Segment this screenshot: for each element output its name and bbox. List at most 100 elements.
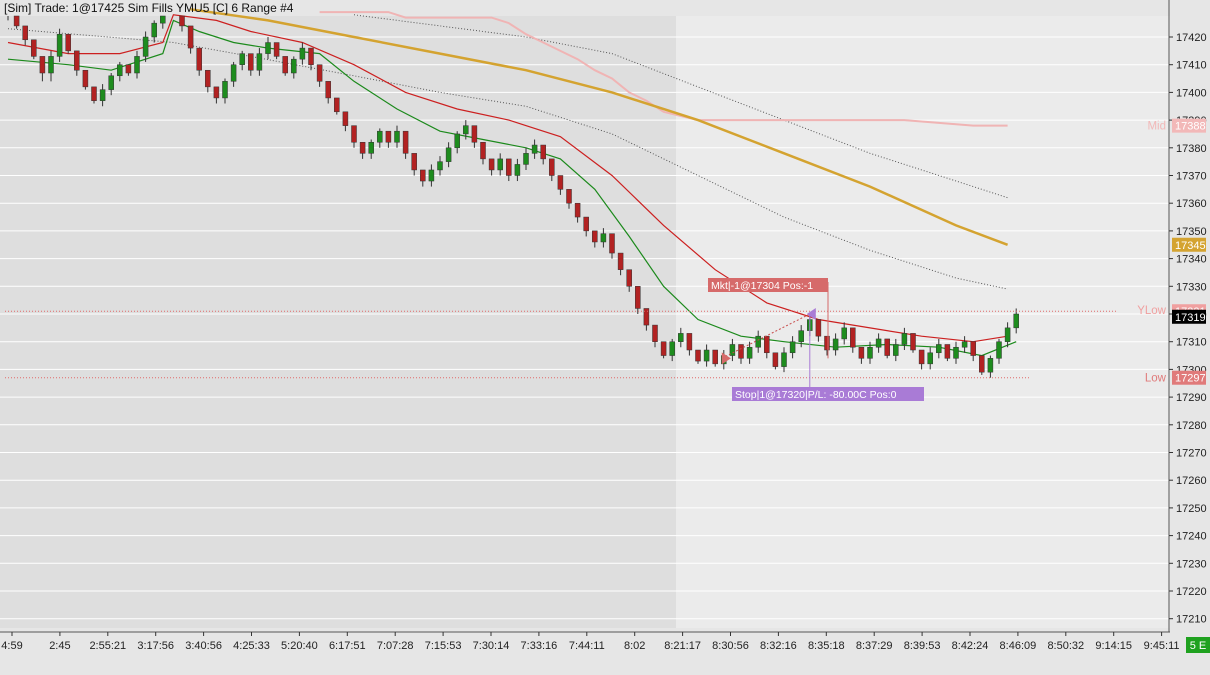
low-tag-value: 17297 xyxy=(1175,373,1206,385)
price-tick-label: 17240 xyxy=(1176,531,1207,543)
candle-body xyxy=(583,216,589,232)
corner-indicator[interactable]: 5 E xyxy=(1186,637,1210,653)
candle-body xyxy=(108,75,114,90)
candle-body xyxy=(1004,327,1011,342)
candle-body xyxy=(222,81,228,99)
time-tick-label: 2:45 xyxy=(49,640,70,652)
time-tick-label: 8:02 xyxy=(624,640,645,652)
candle-body xyxy=(609,233,615,254)
time-tick-label: 4:25:33 xyxy=(233,640,270,652)
candle-body xyxy=(368,142,374,154)
candle xyxy=(82,69,89,90)
candle-body xyxy=(652,324,658,342)
price-tick-label: 17260 xyxy=(1176,475,1207,487)
candle-body xyxy=(411,153,417,171)
time-tick-label: 7:33:16 xyxy=(521,640,558,652)
candle-body xyxy=(824,335,830,351)
candle-body xyxy=(497,158,503,171)
candle-body xyxy=(196,47,202,71)
candle-body xyxy=(540,144,546,160)
price-tick-label: 17250 xyxy=(1176,503,1207,515)
time-tick-label: 8:42:24 xyxy=(952,640,989,652)
candle-body xyxy=(910,333,916,351)
time-tick-label: 8:37:29 xyxy=(856,640,893,652)
candle-body xyxy=(927,352,933,365)
time-tick-label: 8:35:18 xyxy=(808,640,845,652)
candle-body xyxy=(463,125,469,135)
candle-body xyxy=(979,355,985,373)
candle xyxy=(31,39,37,60)
price-chart[interactable]: Mkt|-1@17304 Pos:-1 Stop|1@17320|P/L: -80… xyxy=(0,0,1210,670)
candle xyxy=(65,33,71,54)
time-tick-label: 3:40:56 xyxy=(185,640,222,652)
candle-body xyxy=(626,269,632,287)
candle-body xyxy=(523,153,529,165)
time-tick-label: 8:32:16 xyxy=(760,640,797,652)
candle-body xyxy=(437,161,443,171)
candle-body xyxy=(867,346,873,359)
time-tick-label: 9:14:15 xyxy=(1095,640,1132,652)
price-tick-label: 17330 xyxy=(1176,281,1207,293)
candle-body xyxy=(420,169,426,182)
candle-body xyxy=(256,53,263,71)
time-tick-label: 8:39:53 xyxy=(904,640,941,652)
chart-window[interactable]: Mkt|-1@17304 Pos:-1 Stop|1@17320|P/L: -80… xyxy=(0,0,1210,670)
ylow-label: YLow xyxy=(1137,305,1166,317)
candle-body xyxy=(308,47,314,65)
candle-body xyxy=(746,346,753,359)
candle-body xyxy=(91,86,97,101)
price-tick-label: 17420 xyxy=(1176,32,1207,44)
candle-body xyxy=(755,335,761,348)
candle xyxy=(884,338,890,359)
price-tick-label: 17270 xyxy=(1176,448,1207,460)
price-tick-label: 17410 xyxy=(1176,60,1207,72)
candle-body xyxy=(99,89,106,101)
candle-body xyxy=(471,125,478,143)
yellow-ma-tag-value: 17345 xyxy=(1175,240,1206,252)
candle-body xyxy=(858,346,865,359)
candle-body xyxy=(65,33,71,52)
candle-body xyxy=(635,286,641,309)
candle-body xyxy=(781,352,787,367)
exit-label-text: Stop|1@17320|P/L: -80.00C Pos:0 xyxy=(735,389,897,401)
candle-body xyxy=(841,327,847,340)
candle-body xyxy=(514,164,521,176)
candle-body xyxy=(678,333,684,342)
candle-body xyxy=(832,338,839,351)
candle-body xyxy=(893,344,899,356)
current-session-area xyxy=(676,16,1170,628)
candle-body xyxy=(506,158,512,176)
candle-body xyxy=(936,344,942,354)
candle-body xyxy=(377,130,383,143)
time-tick-label: 8:30:56 xyxy=(712,640,749,652)
last-price-tag-value: 17319 xyxy=(1175,312,1206,324)
candle-body xyxy=(850,327,856,348)
time-tick-label: 7:30:14 xyxy=(473,640,510,652)
candle-body xyxy=(953,346,959,359)
candle-body xyxy=(82,69,89,88)
time-tick-label: 7:07:28 xyxy=(377,640,414,652)
candle-body xyxy=(798,330,804,342)
candle-body xyxy=(39,56,46,74)
chart-title: [Sim] Trade: 1@17425 Sim Fills YMU5 [C] … xyxy=(4,1,294,15)
candle-body xyxy=(342,111,349,126)
candle-body xyxy=(566,189,572,204)
entry-label-text: Mkt|-1@17304 Pos:-1 xyxy=(711,280,813,292)
candle-body xyxy=(291,58,297,74)
candle-body xyxy=(179,15,185,27)
time-tick-label: 8:46:09 xyxy=(1000,640,1037,652)
candle-body xyxy=(987,358,994,373)
candle-body xyxy=(187,25,194,49)
candle-body xyxy=(394,130,400,143)
candle-body xyxy=(901,333,908,345)
time-tick-label: 6:17:51 xyxy=(329,640,366,652)
candle-body xyxy=(686,333,693,351)
candle-body xyxy=(918,349,925,365)
title-bar: [Sim] Trade: 1@17425 Sim Fills YMU5 [C] … xyxy=(4,1,294,15)
candle-body xyxy=(488,158,495,171)
price-tick-label: 17370 xyxy=(1176,171,1207,183)
candle-body xyxy=(299,47,306,60)
time-tick-label: 8:21:17 xyxy=(664,640,701,652)
mid-tag-value: 17388 xyxy=(1175,121,1206,133)
candle-body xyxy=(669,341,675,356)
